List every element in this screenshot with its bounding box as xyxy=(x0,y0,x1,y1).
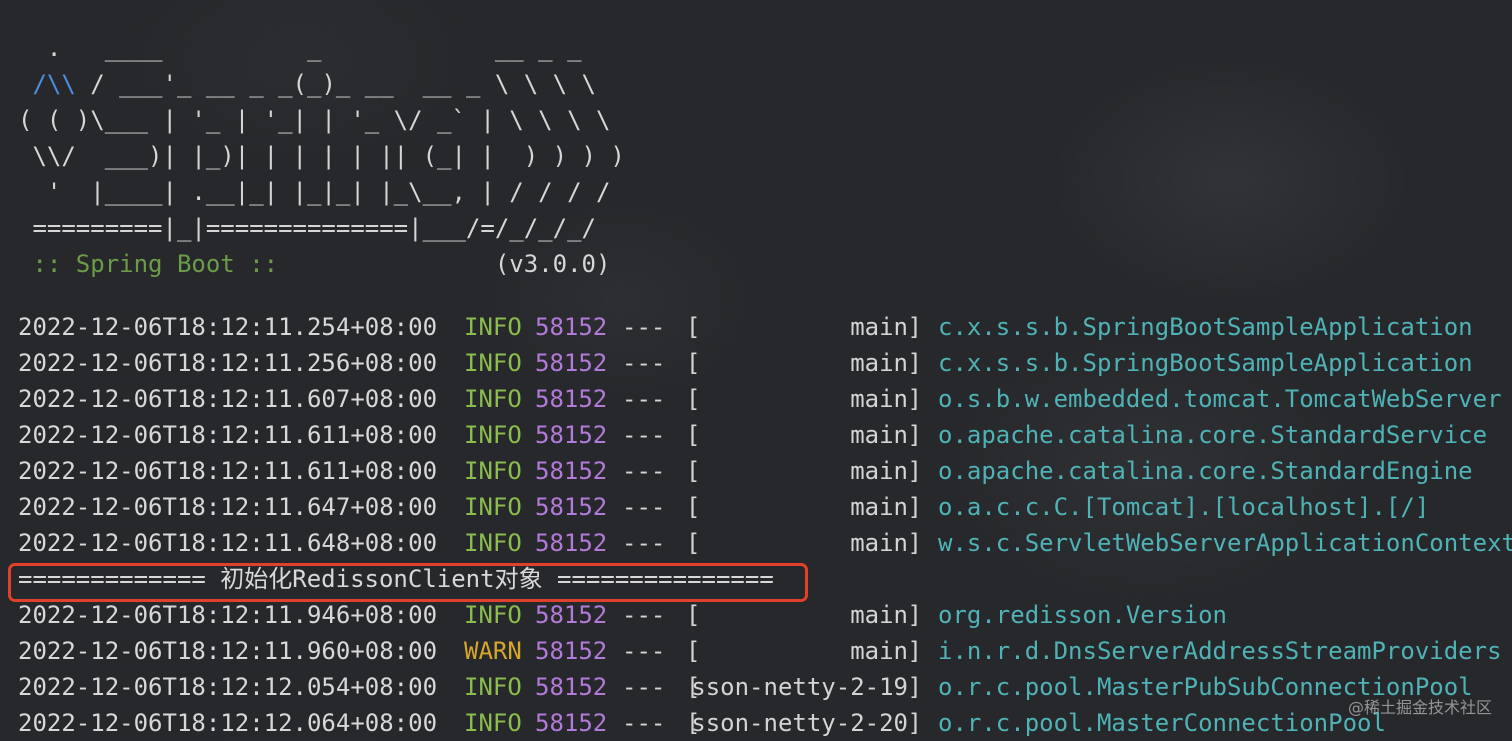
thread-close-bracket: ] xyxy=(907,709,922,737)
log-separator: --- xyxy=(622,349,666,377)
log-pid: 58152 xyxy=(535,709,608,737)
thread-open-bracket: [ xyxy=(686,457,701,485)
log-separator: --- xyxy=(622,493,666,521)
log-timestamp: 2022-12-06T18:12:12.064+08:00 xyxy=(18,709,438,737)
log-level: WARN xyxy=(464,637,522,665)
log-level: INFO xyxy=(464,421,522,449)
log-logger: c.x.s.s.b.SpringBootSampleApplication xyxy=(938,313,1473,341)
log-logger: i.n.r.d.DnsServerAddressStreamProviders xyxy=(938,637,1502,665)
thread-close-bracket: ] xyxy=(907,493,922,521)
log-logger: o.apache.catalina.core.StandardService xyxy=(938,421,1488,449)
log-separator: --- xyxy=(622,601,666,629)
log-timestamp: 2022-12-06T18:12:11.611+08:00 xyxy=(18,421,438,449)
log-separator: --- xyxy=(622,457,666,485)
log-level: INFO xyxy=(464,313,522,341)
spring-boot-label: :: Spring Boot :: xyxy=(18,250,293,278)
thread-close-bracket: ] xyxy=(907,529,922,557)
log-timestamp: 2022-12-06T18:12:11.648+08:00 xyxy=(18,529,438,557)
banner-icon: /\\ xyxy=(32,70,76,98)
log-logger: o.r.c.pool.MasterConnectionPool xyxy=(938,709,1386,737)
log-separator: --- xyxy=(622,637,666,665)
log-separator: --- xyxy=(622,673,666,701)
log-pid: 58152 xyxy=(535,529,608,557)
banner-line-2: / ___'_ __ _ _(_)_ __ __ _ \ \ \ \ xyxy=(75,70,596,98)
log-level: INFO xyxy=(464,457,522,485)
thread-close-bracket: ] xyxy=(907,313,922,341)
log-level: INFO xyxy=(464,529,522,557)
log-logger: org.redisson.Version xyxy=(938,601,1227,629)
log-logger: o.a.c.c.C.[Tomcat].[localhost].[/] xyxy=(938,493,1430,521)
thread-open-bracket: [ xyxy=(686,601,701,629)
thread-close-bracket: ] xyxy=(907,457,922,485)
log-separator: --- xyxy=(622,313,666,341)
banner-line-5: ' |____| .__|_| |_|_| |_\__, | / / / / xyxy=(18,178,611,206)
log-thread-name: main xyxy=(850,601,908,629)
log-pid: 58152 xyxy=(535,349,608,377)
watermark: @稀土掘金技术社区 xyxy=(1347,698,1492,717)
log-pid: 58152 xyxy=(535,637,608,665)
log-thread-name: main xyxy=(850,529,908,557)
log-level: INFO xyxy=(464,349,522,377)
log-thread-name: sson-netty-2-20 xyxy=(691,709,908,737)
log-level: INFO xyxy=(464,601,522,629)
log-thread-name: main xyxy=(850,637,908,665)
thread-close-bracket: ] xyxy=(907,637,922,665)
banner-line-6: =========|_|==============|___/=/_/_/_/ xyxy=(18,214,596,242)
log-pid: 58152 xyxy=(535,421,608,449)
log-timestamp: 2022-12-06T18:12:11.946+08:00 xyxy=(18,601,438,629)
log-pid: 58152 xyxy=(535,493,608,521)
log-separator: --- xyxy=(622,385,666,413)
log-logger: o.s.b.w.embedded.tomcat.TomcatWebServer xyxy=(938,385,1502,413)
log-pid: 58152 xyxy=(535,313,608,341)
banner-line-4: \\/ ___)| |_)| | | | | || (_| | ) ) ) ) xyxy=(18,142,625,170)
log-pid: 58152 xyxy=(535,601,608,629)
log-level: INFO xyxy=(464,385,522,413)
thread-open-bracket: [ xyxy=(686,493,701,521)
log-logger: w.s.c.ServletWebServerApplicationContext xyxy=(938,529,1512,557)
banner-line-1: . ____ _ __ _ _ xyxy=(18,34,582,62)
log-pid: 58152 xyxy=(535,385,608,413)
log-thread-name: main xyxy=(850,421,908,449)
thread-close-bracket: ] xyxy=(907,601,922,629)
log-timestamp: 2022-12-06T18:12:11.607+08:00 xyxy=(18,385,438,413)
thread-close-bracket: ] xyxy=(907,421,922,449)
log-level: INFO xyxy=(464,493,522,521)
log-timestamp: 2022-12-06T18:12:12.054+08:00 xyxy=(18,673,438,701)
log-pid: 58152 xyxy=(535,457,608,485)
log-timestamp: 2022-12-06T18:12:11.647+08:00 xyxy=(18,493,438,521)
spring-boot-banner: . ____ _ __ _ _ /\\ / ___'_ __ _ _(_)_ _… xyxy=(18,30,625,282)
log-thread-name: main xyxy=(850,385,908,413)
log-timestamp: 2022-12-06T18:12:11.611+08:00 xyxy=(18,457,438,485)
log-logger: o.apache.catalina.core.StandardEngine xyxy=(938,457,1473,485)
log-level: INFO xyxy=(464,709,522,737)
log-thread-name: sson-netty-2-19 xyxy=(691,673,908,701)
thread-close-bracket: ] xyxy=(907,673,922,701)
spring-boot-version: (v3.0.0) xyxy=(494,250,611,278)
highlight-annotation-box xyxy=(8,563,808,602)
thread-open-bracket: [ xyxy=(686,385,701,413)
log-thread-name: main xyxy=(850,313,908,341)
thread-open-bracket: [ xyxy=(686,637,701,665)
log-thread-name: main xyxy=(850,349,908,377)
thread-close-bracket: ] xyxy=(907,349,922,377)
thread-open-bracket: [ xyxy=(686,421,701,449)
log-thread-name: main xyxy=(850,457,908,485)
log-timestamp: 2022-12-06T18:12:11.960+08:00 xyxy=(18,637,438,665)
log-timestamp: 2022-12-06T18:12:11.256+08:00 xyxy=(18,349,438,377)
log-pid: 58152 xyxy=(535,673,608,701)
thread-close-bracket: ] xyxy=(907,385,922,413)
log-separator: --- xyxy=(622,709,666,737)
log-thread-name: main xyxy=(850,493,908,521)
log-timestamp: 2022-12-06T18:12:11.254+08:00 xyxy=(18,313,438,341)
thread-open-bracket: [ xyxy=(686,529,701,557)
banner-line-3: ( ( )\___ | '_ | '_| | '_ \/ _` | \ \ \ … xyxy=(18,106,611,134)
log-logger: c.x.s.s.b.SpringBootSampleApplication xyxy=(938,349,1473,377)
version-padding xyxy=(293,250,495,278)
thread-open-bracket: [ xyxy=(686,349,701,377)
thread-open-bracket: [ xyxy=(686,313,701,341)
log-level: INFO xyxy=(464,673,522,701)
log-separator: --- xyxy=(622,421,666,449)
log-separator: --- xyxy=(622,529,666,557)
